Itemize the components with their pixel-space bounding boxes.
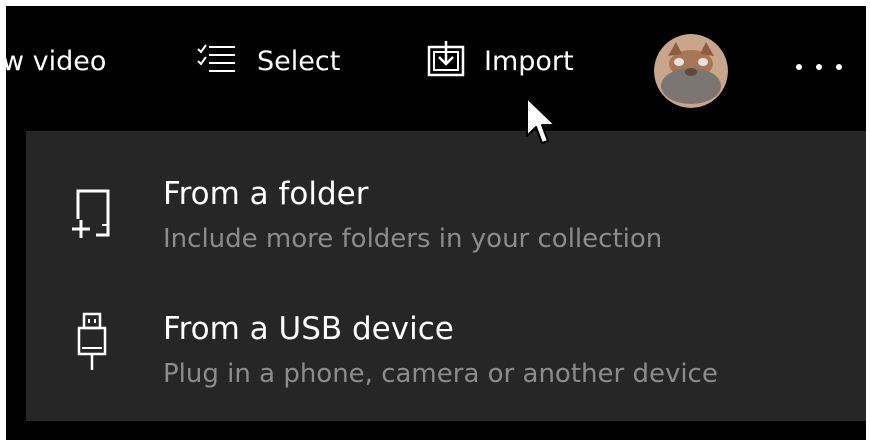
- menu-item-title: From a folder: [163, 176, 369, 212]
- import-menu: From a folder Include more folders in yo…: [26, 131, 866, 421]
- menu-item-from-folder[interactable]: From a folder Include more folders in yo…: [26, 151, 866, 271]
- photos-app-window: w video Select Import From a folder Incl…: [6, 6, 866, 440]
- more-options-button[interactable]: [784, 46, 854, 86]
- select-button[interactable]: Select: [193, 34, 340, 88]
- ellipsis-icon: [793, 57, 845, 76]
- menu-item-title: From a USB device: [163, 311, 454, 347]
- usb-icon: [62, 304, 122, 384]
- import-icon: [426, 39, 466, 84]
- menu-item-subtitle: Include more folders in your collection: [163, 224, 663, 254]
- add-folder-icon: [62, 169, 122, 249]
- import-label: Import: [484, 45, 574, 77]
- menu-item-subtitle: Plug in a phone, camera or another devic…: [163, 359, 718, 389]
- import-button[interactable]: Import: [426, 34, 574, 88]
- new-video-label: w video: [6, 45, 107, 77]
- select-label: Select: [257, 45, 341, 77]
- checklist-icon: [193, 41, 239, 82]
- user-avatar[interactable]: [654, 34, 728, 108]
- command-bar: w video Select Import: [6, 6, 866, 118]
- new-video-button[interactable]: w video: [6, 34, 106, 88]
- menu-item-from-usb[interactable]: From a USB device Plug in a phone, camer…: [26, 286, 866, 406]
- mouse-cursor-icon: [525, 96, 561, 152]
